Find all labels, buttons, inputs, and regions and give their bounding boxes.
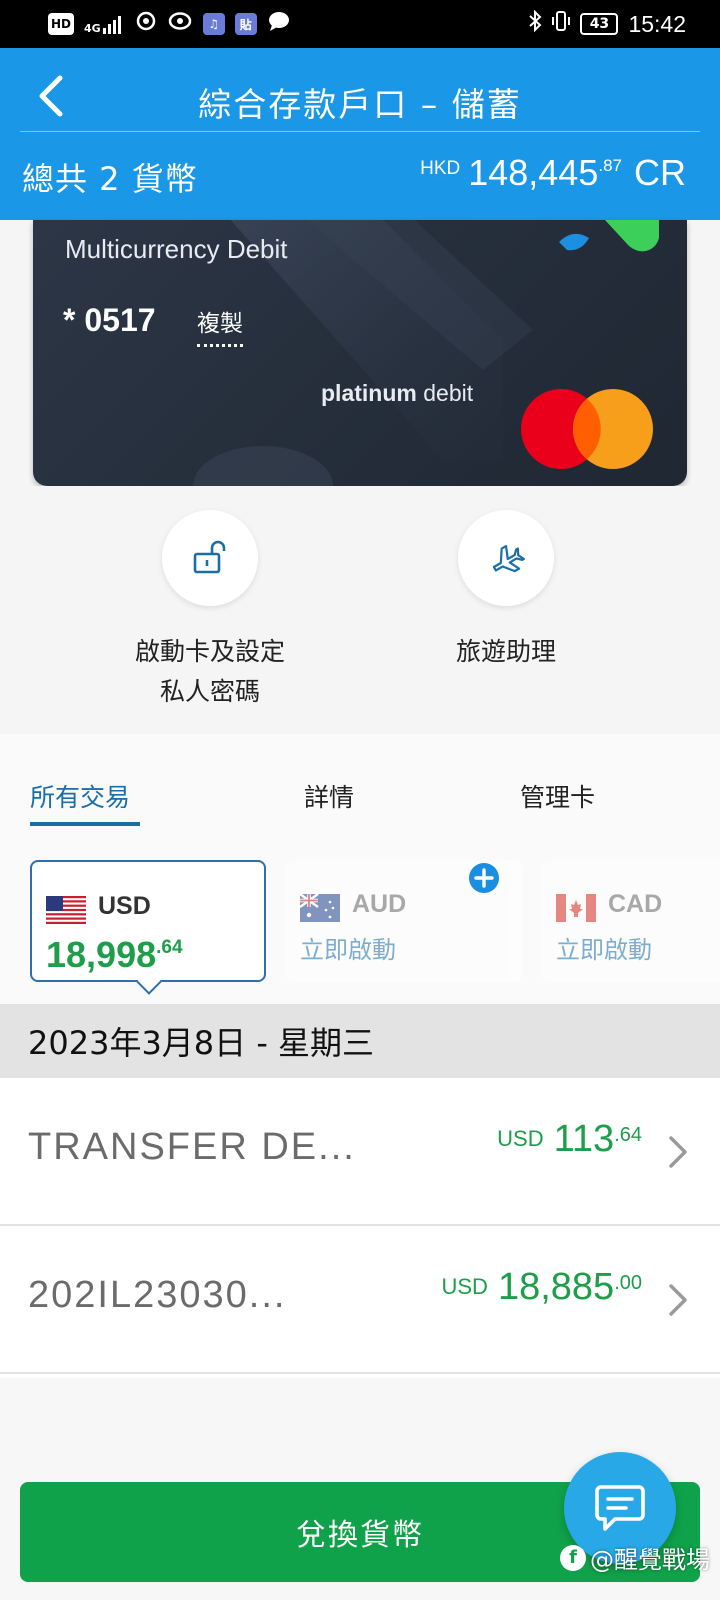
travel-assistant-label: 旅遊助理	[455, 637, 556, 666]
ca-flag-icon	[556, 894, 596, 922]
battery-icon: 43	[580, 13, 619, 35]
mastercard-logo	[521, 389, 653, 469]
hd-icon: HD	[48, 13, 75, 35]
app-icon-2	[167, 10, 193, 38]
tab-all-transactions[interactable]: 所有交易	[30, 778, 130, 814]
transaction-row[interactable]: 202IL23030... USD 18,885 .00	[0, 1226, 720, 1374]
card-quick-actions: 啟動卡及設定 私人密碼 旅遊助理	[0, 486, 720, 734]
facebook-icon: f	[560, 1544, 586, 1571]
chevron-right-icon	[669, 1284, 687, 1316]
currency-count: 總共 2 貨幣	[22, 160, 198, 198]
transaction-date-header: 2023年3月8日 - 星期三	[0, 1004, 720, 1078]
add-currency-button[interactable]	[468, 862, 500, 894]
signal-4g-icon: 4G	[84, 14, 125, 34]
vibrate-icon	[552, 10, 571, 38]
currency-card-usd[interactable]: USD 18,998.64	[30, 860, 266, 995]
travel-assistant-button[interactable]	[458, 510, 554, 606]
sticker-app-icon: 貼	[234, 13, 257, 35]
transaction-description: TRANSFER DE...	[28, 1126, 356, 1168]
status-icons-left: HD 4G ♫ 貼	[48, 10, 291, 38]
total-balance: HKD 148,445 .87 CR	[420, 152, 686, 194]
activate-card-label: 啟動卡及設定 私人密碼	[134, 637, 285, 706]
page-title: 綜合存款戶口 – 儲蓄	[198, 85, 522, 124]
message-bubble-icon	[267, 10, 291, 38]
watermark: f @醒覺戰場	[560, 1540, 710, 1575]
unlock-icon	[193, 540, 226, 574]
us-flag-icon	[46, 896, 86, 924]
transaction-list: TRANSFER DE... USD 113 .64 202IL23030...…	[0, 1078, 720, 1378]
currency-card-cad[interactable]: CAD 立即啟動	[542, 860, 720, 982]
bluetooth-icon	[528, 9, 542, 38]
transaction-description: 202IL23030...	[28, 1274, 287, 1316]
card-tier: platinum debit	[321, 380, 474, 406]
card-product-name: Multicurrency Debit	[65, 234, 288, 264]
currency-balance: 18,998.64	[46, 934, 183, 975]
transactions-section: 所有交易 詳情 管理卡 USD 18,998.64 AUD 立即啟動 CAD 立…	[0, 734, 720, 1004]
transaction-amount: USD 18,885 .00	[441, 1266, 643, 1308]
active-tab-indicator	[30, 822, 140, 826]
tab-details[interactable]: 詳情	[304, 778, 354, 814]
copy-card-number-button[interactable]: 複製	[197, 304, 243, 347]
bank-brand-logo	[559, 220, 659, 252]
activate-currency-link[interactable]: 立即啟動	[300, 930, 396, 965]
activate-card-action[interactable]: 啟動卡及設定 私人密碼	[80, 510, 340, 712]
account-header: 綜合存款戶口 – 儲蓄 總共 2 貨幣 HKD 148,445 .87 CR	[0, 48, 720, 220]
status-bar: HD 4G ♫ 貼 43 15:42	[0, 0, 720, 48]
card-number: * 0517	[63, 302, 156, 338]
tab-manage-card[interactable]: 管理卡	[520, 778, 595, 814]
total-balance-decimal: .87	[598, 156, 622, 175]
clock: 15:42	[628, 10, 686, 37]
status-icons-right: 43 15:42	[528, 9, 686, 38]
activate-card-button[interactable]	[162, 510, 258, 606]
total-balance-currency: HKD	[420, 158, 461, 179]
chat-icon	[595, 1485, 645, 1531]
app-icon-1	[135, 10, 157, 38]
currency-code: CAD	[608, 890, 663, 918]
au-flag-icon	[300, 894, 340, 922]
activate-currency-link[interactable]: 立即啟動	[556, 930, 652, 965]
music-app-icon: ♫	[202, 13, 225, 35]
chevron-right-icon	[669, 1136, 687, 1168]
total-balance-suffix: CR	[634, 152, 686, 193]
currency-code: AUD	[352, 890, 407, 918]
transaction-amount: USD 113 .64	[497, 1118, 642, 1160]
header-divider	[20, 131, 700, 132]
currency-code: USD	[98, 892, 151, 920]
total-balance-integer: 148,445	[468, 152, 599, 193]
travel-assistant-action[interactable]: 旅遊助理	[376, 510, 636, 672]
transaction-row[interactable]: TRANSFER DE... USD 113 .64	[0, 1078, 720, 1226]
airplane-icon	[492, 545, 525, 573]
debit-card-image: Multicurrency Debit * 0517 複製 platinum d…	[33, 220, 687, 486]
